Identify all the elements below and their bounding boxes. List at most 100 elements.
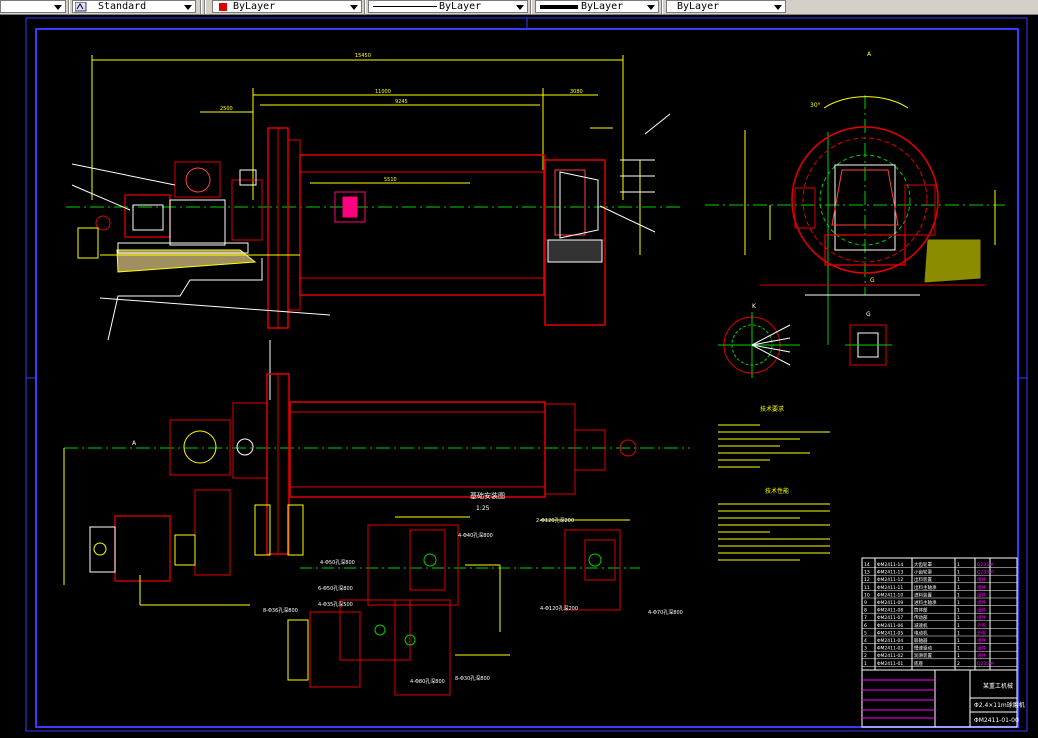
parts-cell-name: 联轴器 (914, 637, 928, 644)
parts-cell-name: 减速机 (914, 622, 928, 629)
parts-cell-no: 14 (864, 562, 870, 568)
text-style-value: Standard (98, 1, 147, 12)
anchor-label: 6-Φ50孔深800 (318, 585, 353, 592)
parts-cell-no: 7 (864, 615, 867, 621)
parts-cell-mat: 组件 (977, 645, 986, 652)
angle-dim: 30° (810, 102, 821, 109)
parts-cell-mat: Q235-A (977, 562, 995, 568)
parts-cell-name: 传动部 (914, 614, 928, 621)
parts-cell-no: 11 (864, 585, 870, 591)
parts-cell-code: ΦM2411-07 (877, 615, 903, 621)
foundation-scale: 1:25 (476, 505, 490, 512)
anchor-label: 4-Φ40孔深800 (458, 532, 493, 539)
parts-cell-code: ΦM2411-09 (877, 600, 903, 606)
parts-cell-no: 5 (864, 630, 867, 636)
d1-dim: 9245 (395, 99, 408, 105)
drawing-canvas[interactable]: 15450 11000 9245 2500 5510 3080 A 30° G (0, 15, 1038, 738)
parts-cell-qty: 1 (957, 623, 960, 629)
linetype-dropdown[interactable]: ByLayer (368, 0, 528, 13)
chevron-down-icon[interactable] (182, 2, 193, 12)
plotstyle-dropdown[interactable]: ByLayer (666, 0, 786, 13)
section-g-marker: G (870, 277, 875, 284)
parts-cell-name: 小齿轮罩 (914, 569, 932, 576)
parts-cell-no: 8 (864, 608, 867, 614)
anchor-label: 8-Φ36孔深800 (263, 607, 298, 614)
parts-cell-code: ΦM2411-02 (877, 653, 903, 659)
parts-cell-mat: 组件 (977, 591, 986, 598)
parts-cell-qty: 1 (957, 577, 960, 583)
d4-dim: 5510 (384, 177, 397, 183)
lineweight-value: ByLayer (581, 1, 624, 12)
parts-cell-no: 3 (864, 646, 867, 652)
parts-cell-name: 大齿轮罩 (914, 561, 932, 568)
parts-cell-mat: Q235-A (977, 570, 995, 576)
parts-cell-name: 进料主轴承 (914, 599, 937, 606)
overall-length-dim: 15450 (355, 53, 371, 59)
parts-cell-code: ΦM2411-13 (877, 570, 903, 576)
color-swatch-icon (219, 3, 227, 11)
parts-cell-qty: 1 (957, 562, 960, 568)
parts-cell-mat: 组件 (977, 637, 986, 644)
parts-cell-qty: 1 (957, 585, 960, 591)
title-company: 某重工机械 (983, 682, 1013, 690)
anchor-label: 4-Φ50孔深800 (320, 559, 355, 566)
lineweight-preview (540, 5, 578, 9)
chevron-down-icon[interactable] (348, 2, 359, 12)
layer-dropdown[interactable] (0, 0, 66, 13)
toolbar-separator (200, 0, 202, 14)
parts-cell-code: ΦM2411-11 (877, 585, 903, 591)
properties-toolbar: Standard ByLayer ByLayer ByLayer ByLayer (0, 0, 1038, 15)
parts-cell-no: 1 (864, 661, 867, 667)
title-drawing-name: Φ2.4×11m球磨机 (974, 701, 1025, 709)
parts-cell-no: 9 (864, 600, 867, 606)
anchor-label: 8-Φ30孔深800 (455, 675, 490, 682)
anchor-label: 2-Φ120孔深200 (536, 517, 574, 524)
parts-cell-code: ΦM2411-12 (877, 577, 903, 583)
d2-dim: 2500 (220, 106, 233, 112)
parts-cell-code: ΦM2411-05 (877, 630, 903, 636)
notes2-title: 技术性能 (765, 487, 789, 495)
parts-cell-name: 出料主轴承 (914, 584, 937, 591)
section-g-title: G (866, 311, 871, 318)
parts-cell-mat: 组件 (977, 614, 986, 621)
parts-cell-code: ΦM2411-08 (877, 608, 903, 614)
parts-cell-mat: 组件 (977, 607, 986, 614)
parts-cell-mat: Q235-A (977, 661, 995, 667)
parts-cell-mat: 外购 (977, 622, 986, 629)
parts-cell-name: 出料装置 (914, 576, 932, 583)
notes-title: 技术要求 (760, 405, 784, 413)
parts-cell-code: ΦM2411-01 (877, 661, 903, 667)
chevron-down-icon[interactable] (514, 2, 525, 12)
anchor-label: 4-Φ80孔深800 (410, 678, 445, 685)
parts-cell-qty: 1 (957, 570, 960, 576)
parts-cell-no: 12 (864, 577, 870, 583)
parts-cell-qty: 1 (957, 630, 960, 636)
parts-cell-mat: 外购 (977, 629, 986, 636)
parts-cell-code: ΦM2411-10 (877, 592, 903, 598)
parts-cell-name: 润滑装置 (914, 652, 932, 659)
chevron-down-icon[interactable] (645, 2, 656, 12)
parts-cell-name: 筒体部 (914, 607, 928, 614)
toolbar-separator (68, 0, 70, 14)
chevron-down-icon[interactable] (772, 2, 783, 12)
parts-cell-qty: 2 (957, 661, 960, 667)
parts-cell-qty: 1 (957, 600, 960, 606)
chevron-down-icon[interactable] (52, 2, 63, 12)
parts-cell-name: 电动机 (914, 629, 928, 636)
parts-cell-name: 慢速驱动 (914, 645, 932, 652)
parts-cell-no: 10 (864, 592, 870, 598)
toolbar-separator (661, 0, 663, 14)
linetype-preview (373, 6, 437, 7)
parts-cell-code: ΦM2411-03 (877, 646, 903, 652)
text-style-dropdown[interactable]: Standard (72, 0, 196, 13)
parts-cell-qty: 1 (957, 592, 960, 598)
parts-cell-qty: 1 (957, 608, 960, 614)
color-value: ByLayer (233, 1, 276, 12)
parts-cell-qty: 1 (957, 646, 960, 652)
linetype-value: ByLayer (439, 1, 482, 12)
parts-cell-name: 进料装置 (914, 591, 932, 598)
parts-cell-code: ΦM2411-04 (877, 638, 903, 644)
color-dropdown[interactable]: ByLayer (212, 0, 362, 13)
lineweight-dropdown[interactable]: ByLayer (535, 0, 659, 13)
anchor-label: 4-Φ120孔深200 (540, 605, 578, 612)
